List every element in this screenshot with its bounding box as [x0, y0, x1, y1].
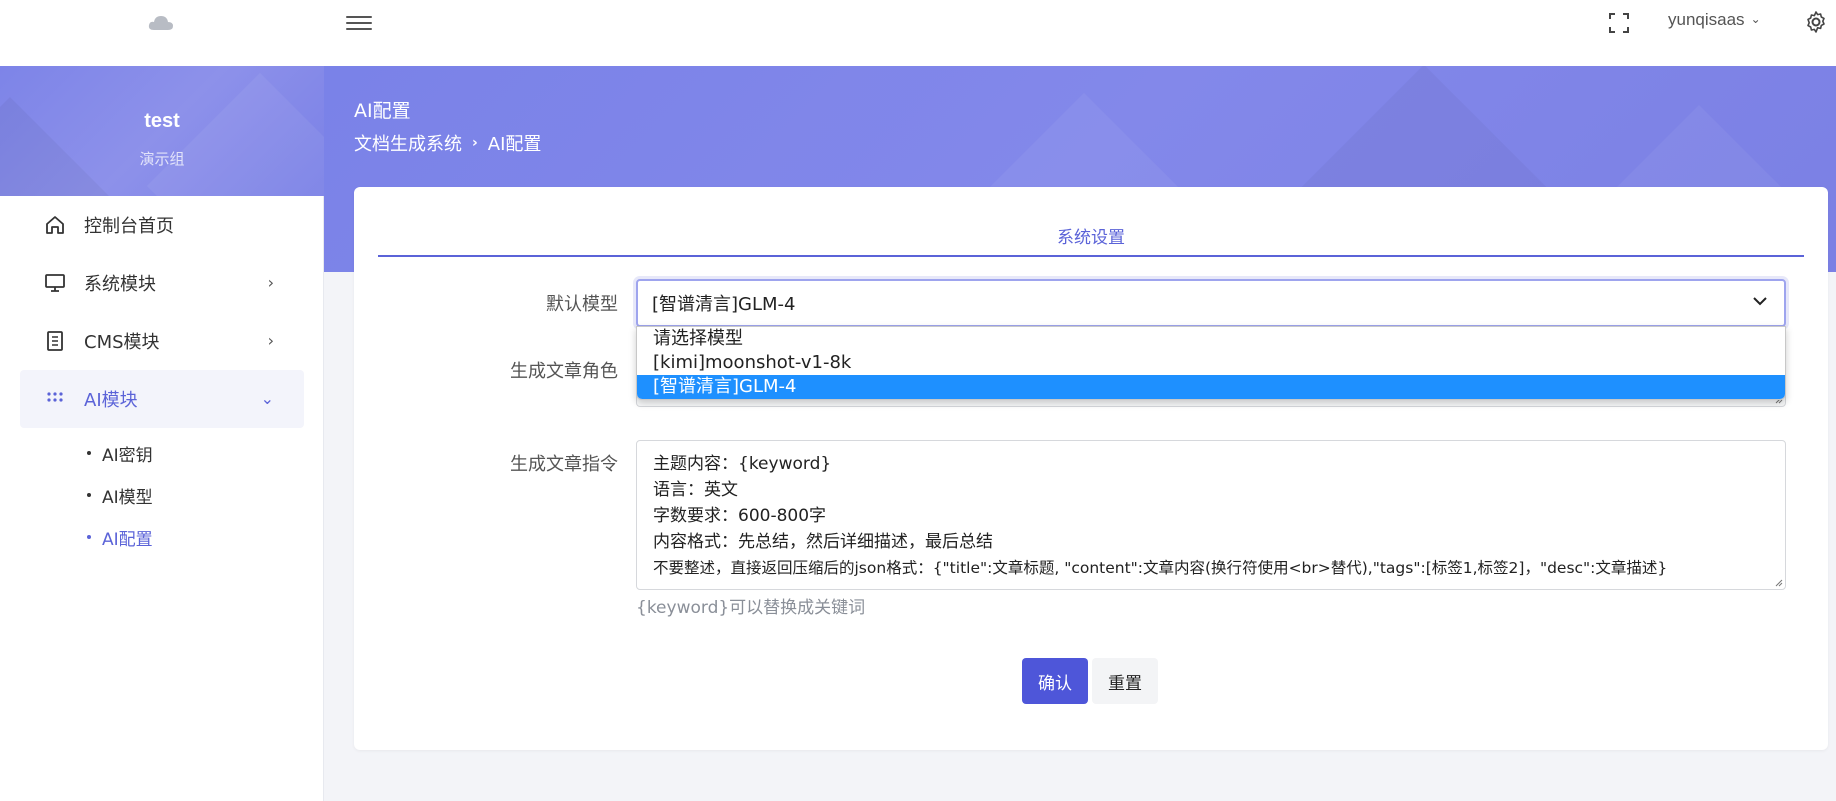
chevron-right-icon: › [267, 273, 274, 292]
command-line: 不要整述，直接返回压缩后的json格式：{"title":文章标题, "cont… [653, 559, 1668, 577]
resize-handle-icon[interactable] [1773, 577, 1783, 587]
document-icon [44, 330, 66, 352]
sidebar-item-label: AI模块 [84, 390, 138, 411]
sidebar-item-label: CMS模块 [84, 332, 160, 353]
selected-value: [智谱清言]GLM-4 [652, 294, 796, 315]
settings-card: 系统设置 默认模型 [智谱清言]GLM-4 生成文章角色 请选择模型 [kimi… [354, 187, 1828, 750]
sidebar-org-header: test 演示组 [0, 66, 324, 196]
submenu-item-ai-key[interactable]: AI密钥 [20, 432, 304, 474]
role-label: 生成文章角色 [510, 361, 618, 382]
chevron-down-icon: ⌄ [260, 389, 274, 408]
submenu-item-ai-config[interactable]: AI配置 [20, 516, 304, 558]
grid-dots-icon [44, 388, 66, 410]
tab-label: 系统设置 [1057, 228, 1125, 248]
command-label: 生成文章指令 [510, 454, 618, 475]
menu-toggle-button[interactable] [346, 12, 372, 34]
sidebar: test 演示组 控制台首页 系统模块 › CMS模块 › AI模块 ⌄ AI密… [0, 66, 324, 801]
sidebar-item-label: 系统模块 [84, 274, 156, 295]
keyword-hint: {keyword}可以替换成关键词 [636, 598, 866, 618]
model-option[interactable]: [kimi]moonshot-v1-8k [637, 351, 1785, 375]
home-icon [44, 214, 66, 236]
sidebar-item-ai[interactable]: AI模块 ⌄ [20, 370, 304, 428]
breadcrumb: 文档生成系统 › AI配置 [354, 130, 541, 156]
model-option-selected[interactable]: [智谱清言]GLM-4 [637, 375, 1785, 399]
reset-button[interactable]: 重置 [1092, 658, 1158, 704]
sidebar-item-cms[interactable]: CMS模块 › [20, 312, 304, 370]
monitor-icon [44, 272, 66, 294]
sidebar-item-dashboard[interactable]: 控制台首页 [20, 196, 304, 254]
cloud-logo-icon [148, 16, 173, 30]
submenu-item-label: AI模型 [102, 487, 153, 508]
org-group: 演示组 [139, 150, 185, 168]
fullscreen-icon[interactable] [1608, 12, 1630, 34]
model-option[interactable]: 请选择模型 [637, 327, 1785, 351]
sidebar-menu: 控制台首页 系统模块 › CMS模块 › AI模块 ⌄ AI密钥 AI模型 AI… [20, 196, 304, 562]
breadcrumb-item: AI配置 [487, 134, 542, 155]
confirm-button[interactable]: 确认 [1022, 658, 1088, 704]
chevron-down-icon: ⌄ [1750, 12, 1761, 26]
page-title: AI配置 [354, 100, 411, 122]
ai-submenu: AI密钥 AI模型 AI配置 [20, 428, 304, 562]
command-line: 主题内容：{keyword} [653, 454, 832, 474]
command-textarea[interactable]: 主题内容：{keyword} 语言：英文 字数要求：600-800字 内容格式：… [636, 440, 1786, 590]
user-name: yunqisaas [1668, 10, 1745, 29]
chevron-right-icon: › [267, 331, 274, 350]
default-model-select[interactable]: [智谱清言]GLM-4 [636, 279, 1786, 327]
submenu-item-label: AI密钥 [102, 445, 153, 466]
chevron-right-icon: › [472, 135, 478, 151]
sidebar-item-label: 控制台首页 [84, 216, 174, 237]
top-bar: yunqisaas ⌄ [0, 0, 1836, 66]
chevron-down-icon [1753, 297, 1767, 306]
submenu-item-ai-model[interactable]: AI模型 [20, 474, 304, 516]
command-line: 内容格式：先总结，然后详细描述，最后总结 [653, 532, 993, 552]
default-model-label: 默认模型 [546, 294, 618, 315]
submenu-item-label: AI配置 [102, 529, 153, 550]
sidebar-item-system[interactable]: 系统模块 › [20, 254, 304, 312]
command-line: 字数要求：600-800字 [653, 506, 827, 526]
command-line: 语言：英文 [653, 480, 738, 500]
user-menu[interactable]: yunqisaas ⌄ [1668, 10, 1761, 30]
gear-icon[interactable] [1804, 10, 1828, 34]
model-options-dropdown: 请选择模型 [kimi]moonshot-v1-8k [智谱清言]GLM-4 [636, 326, 1786, 400]
tab-system-settings[interactable]: 系统设置 [378, 187, 1804, 257]
breadcrumb-item[interactable]: 文档生成系统 [354, 130, 462, 156]
org-name: test [144, 110, 180, 132]
